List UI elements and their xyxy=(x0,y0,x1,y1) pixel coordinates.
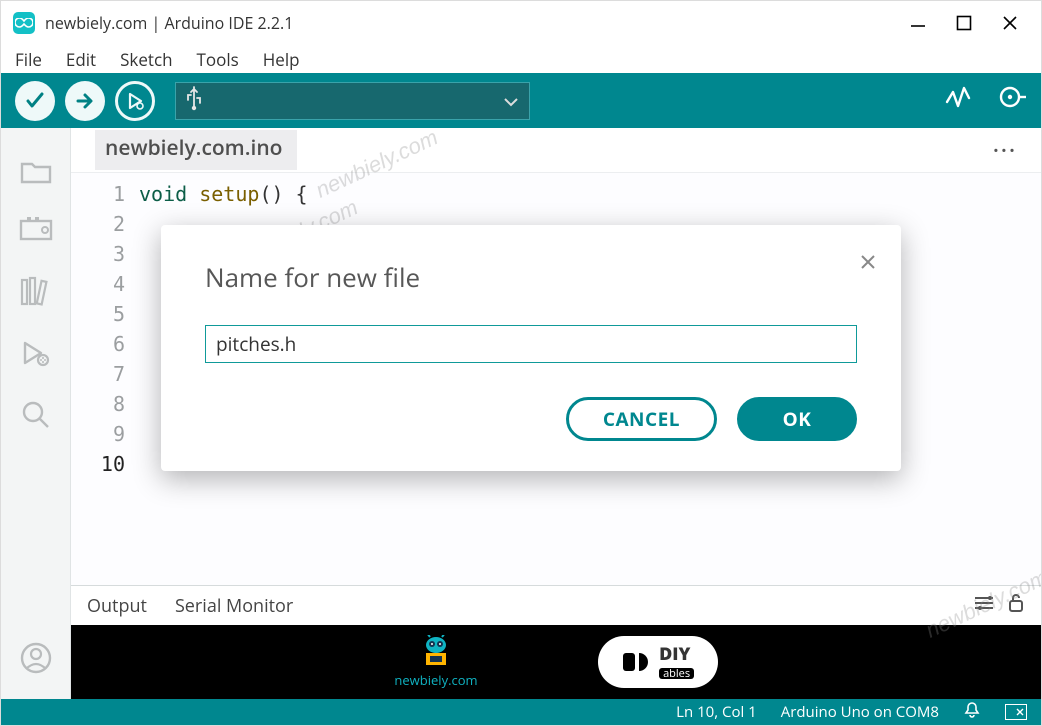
app-window: newbiely.com | Arduino IDE 2.2.1 File Ed… xyxy=(0,0,1042,726)
dialog-close-icon[interactable] xyxy=(859,253,877,276)
new-file-dialog: Name for new file CANCEL OK xyxy=(161,225,901,471)
filename-input[interactable] xyxy=(205,325,857,363)
cancel-button[interactable]: CANCEL xyxy=(566,397,717,441)
dialog-title: Name for new file xyxy=(205,259,857,295)
dialog-button-row: CANCEL OK xyxy=(205,397,857,441)
ok-button[interactable]: OK xyxy=(737,397,857,441)
